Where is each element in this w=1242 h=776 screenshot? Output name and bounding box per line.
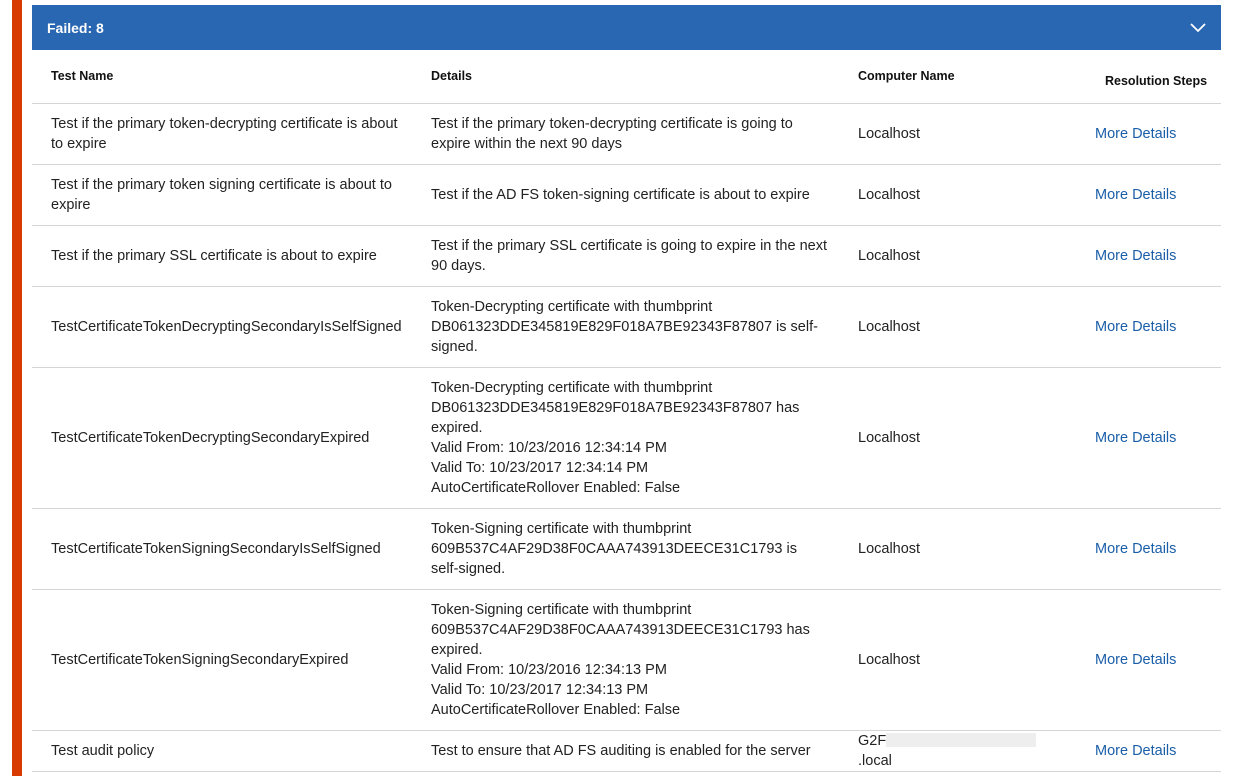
- details-line: Token-Signing certificate with thumbprin…: [431, 520, 797, 577]
- computer-name-cell: G2F .local: [838, 730, 1075, 772]
- test-name-cell: Test if the primary token signing certif…: [32, 164, 412, 226]
- details-cell: Token-Signing certificate with thumbprin…: [412, 589, 838, 731]
- details-line: Token-Signing certificate with thumbprin…: [431, 601, 810, 658]
- resolution-steps-cell: More Details: [1075, 164, 1221, 226]
- computer-name-cell: Localhost: [838, 589, 1075, 731]
- column-header-computer-name: Computer Name: [838, 50, 1075, 104]
- failed-tests-panel: Failed: 8 Test Name Details Computer Nam…: [32, 5, 1221, 772]
- failure-accent-bar: [12, 0, 22, 776]
- details-cell: Token-Decrypting certificate with thumbp…: [412, 286, 838, 368]
- details-line: Valid From: 10/23/2016 12:34:14 PM: [431, 439, 667, 456]
- computer-name-cell: Localhost: [838, 286, 1075, 368]
- details-line: Test if the primary SSL certificate is g…: [431, 237, 827, 274]
- table-row: TestCertificateTokenDecryptingSecondaryE…: [32, 367, 1221, 509]
- more-details-link[interactable]: More Details: [1095, 652, 1176, 668]
- more-details-link[interactable]: More Details: [1095, 126, 1176, 142]
- details-line: Test if the AD FS token-signing certific…: [431, 186, 810, 203]
- details-line: Token-Decrypting certificate with thumbp…: [431, 379, 800, 436]
- details-cell: Test if the AD FS token-signing certific…: [412, 164, 838, 226]
- table-row: TestCertificateTokenSigningSecondaryExpi…: [32, 589, 1221, 731]
- table-row: Test if the primary token-decrypting cer…: [32, 103, 1221, 165]
- test-name-cell: Test if the primary SSL certificate is a…: [32, 225, 412, 287]
- resolution-steps-cell: More Details: [1075, 367, 1221, 509]
- more-details-link[interactable]: More Details: [1095, 319, 1176, 335]
- resolution-steps-cell: More Details: [1075, 286, 1221, 368]
- details-line: Token-Decrypting certificate with thumbp…: [431, 298, 818, 355]
- details-cell: Test if the primary SSL certificate is g…: [412, 225, 838, 287]
- results-table: Test Name Details Computer Name Resoluti…: [32, 50, 1221, 772]
- test-name-cell: Test audit policy: [32, 730, 412, 772]
- details-line: AutoCertificateRollover Enabled: False: [431, 479, 681, 496]
- test-name-cell: TestCertificateTokenSigningSecondaryExpi…: [32, 589, 412, 731]
- table-row: TestCertificateTokenDecryptingSecondaryI…: [32, 286, 1221, 368]
- table-row: TestCertificateTokenSigningSecondaryIsSe…: [32, 508, 1221, 590]
- details-cell: Test to ensure that AD FS auditing is en…: [412, 730, 838, 772]
- computer-name-prefix: G2F: [858, 732, 887, 749]
- computer-name-suffix: .local: [858, 752, 892, 769]
- details-cell: Token-Decrypting certificate with thumbp…: [412, 367, 838, 509]
- resolution-steps-cell: More Details: [1075, 589, 1221, 731]
- test-name-cell: TestCertificateTokenDecryptingSecondaryE…: [32, 367, 412, 509]
- details-line: Test to ensure that AD FS auditing is en…: [431, 742, 811, 759]
- computer-name-cell: Localhost: [838, 103, 1075, 165]
- computer-name-cell: Localhost: [838, 367, 1075, 509]
- details-line: Valid From: 10/23/2016 12:34:13 PM: [431, 661, 667, 678]
- panel-header[interactable]: Failed: 8: [32, 5, 1221, 50]
- chevron-down-icon[interactable]: [1189, 19, 1207, 37]
- column-header-test-name: Test Name: [32, 50, 412, 104]
- details-line: Test if the primary token-decrypting cer…: [431, 115, 793, 152]
- test-name-cell: Test if the primary token-decrypting cer…: [32, 103, 412, 165]
- details-line: AutoCertificateRollover Enabled: False: [431, 701, 681, 718]
- test-name-cell: TestCertificateTokenDecryptingSecondaryI…: [32, 286, 412, 368]
- details-line: Valid To: 10/23/2017 12:34:14 PM: [431, 459, 649, 476]
- details-cell: Token-Signing certificate with thumbprin…: [412, 508, 838, 590]
- computer-name-cell: Localhost: [838, 508, 1075, 590]
- more-details-link[interactable]: More Details: [1095, 248, 1176, 264]
- resolution-steps-cell: More Details: [1075, 225, 1221, 287]
- computer-name-cell: Localhost: [838, 164, 1075, 226]
- test-name-cell: TestCertificateTokenSigningSecondaryIsSe…: [32, 508, 412, 590]
- more-details-link[interactable]: More Details: [1095, 541, 1176, 557]
- computer-name-cell: Localhost: [838, 225, 1075, 287]
- table-row: Test audit policy Test to ensure that AD …: [32, 730, 1221, 772]
- more-details-link[interactable]: More Details: [1095, 743, 1176, 759]
- details-cell: Test if the primary token-decrypting cer…: [412, 103, 838, 165]
- resolution-steps-cell: More Details: [1075, 103, 1221, 165]
- more-details-link[interactable]: More Details: [1095, 430, 1176, 446]
- table-row: Test if the primary token signing certif…: [32, 164, 1221, 226]
- panel-title: Failed: 8: [47, 19, 104, 36]
- details-line: Valid To: 10/23/2017 12:34:13 PM: [431, 681, 649, 698]
- table-row: Test if the primary SSL certificate is a…: [32, 225, 1221, 287]
- redacted-hostname: [886, 732, 1037, 747]
- column-header-resolution-steps: Resolution Steps: [1075, 50, 1221, 104]
- column-header-details: Details: [412, 50, 838, 104]
- resolution-steps-cell: More Details: [1075, 730, 1221, 772]
- table-header-row: Test Name Details Computer Name Resoluti…: [32, 50, 1221, 104]
- more-details-link[interactable]: More Details: [1095, 187, 1176, 203]
- resolution-steps-cell: More Details: [1075, 508, 1221, 590]
